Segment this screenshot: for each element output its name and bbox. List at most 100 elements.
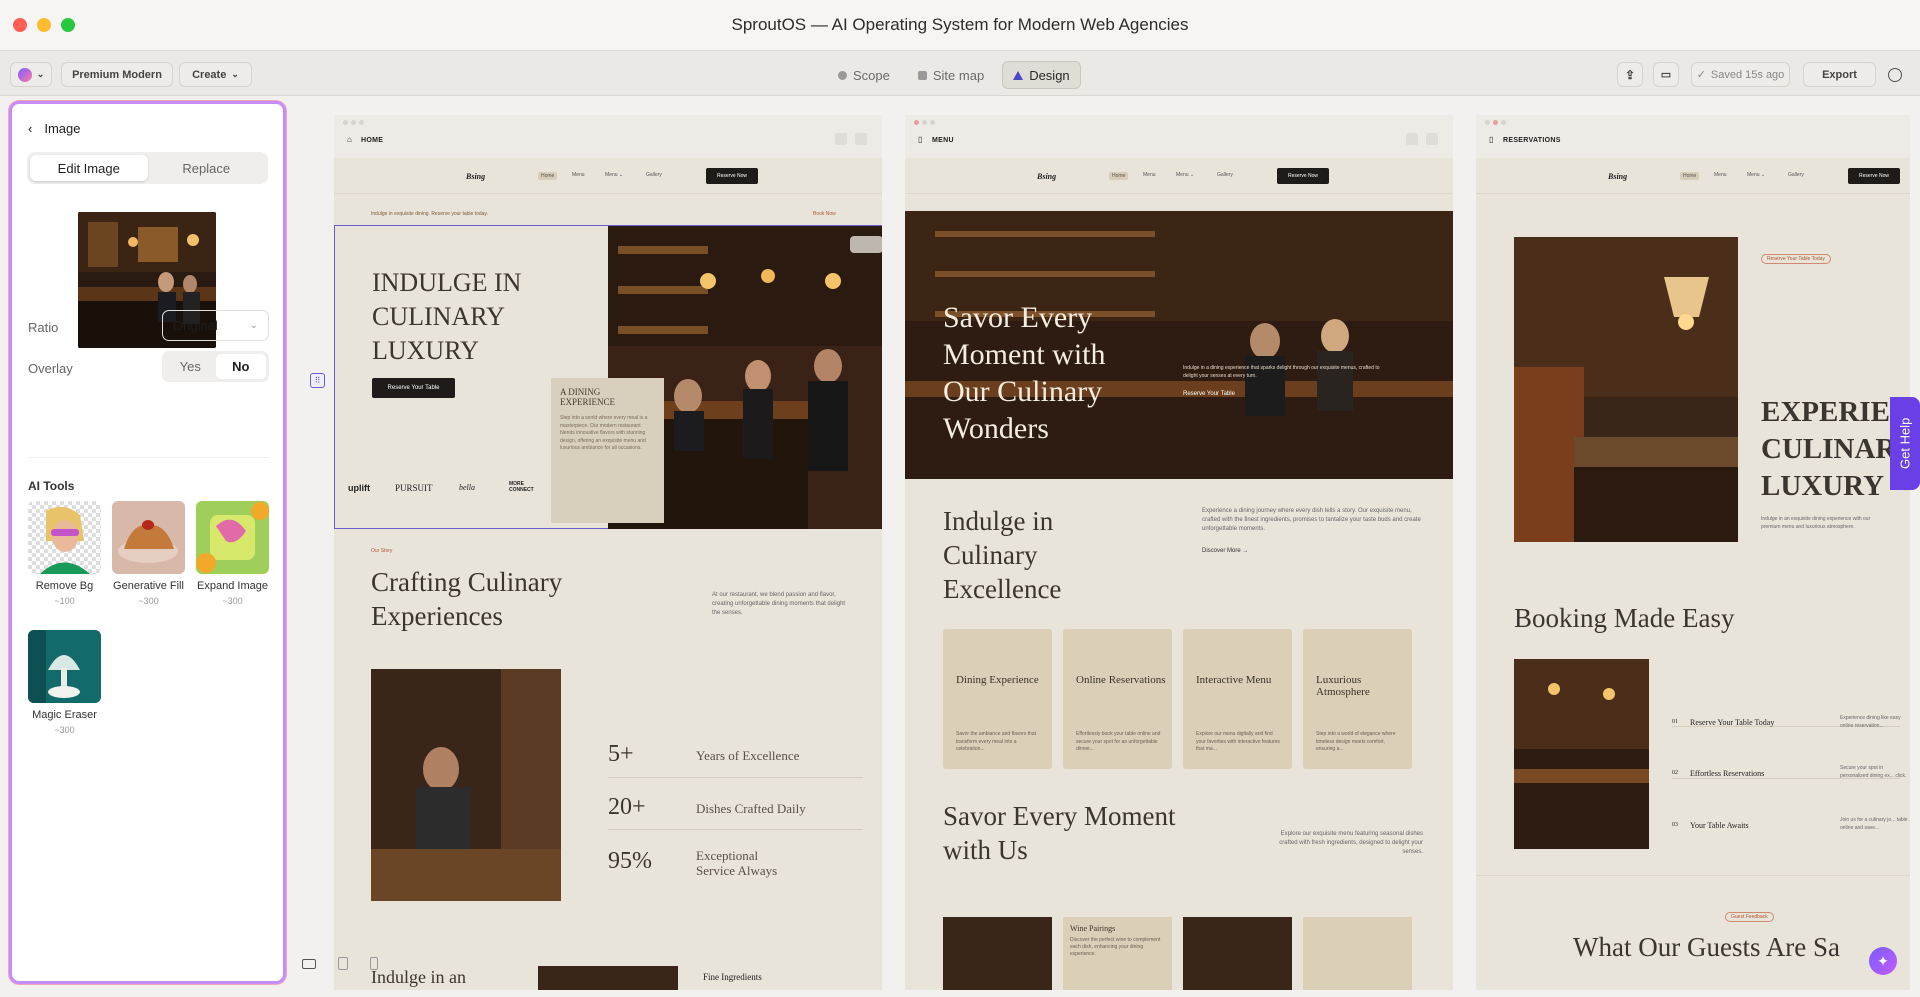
feature-card[interactable]: Luxurious Atmosphere Step into a world o… [1303, 629, 1412, 769]
fine-ingredients-label: Fine Ingredients [703, 972, 762, 982]
minimize-window-button[interactable] [37, 18, 51, 32]
workspace-avatar-icon [17, 67, 32, 82]
site-navbar: Bsing Home Menu Menu ⌄ Gallery Reserve N… [905, 158, 1453, 194]
maximize-window-button[interactable] [61, 18, 75, 32]
tab-edit-image[interactable]: Edit Image [30, 155, 148, 181]
page-icon: ▯ [1489, 135, 1494, 144]
nav-gallery-link[interactable]: Gallery [1217, 172, 1233, 178]
menu-hero-button[interactable]: Reserve Your Table [1183, 391, 1235, 397]
overlay-yes-option[interactable]: Yes [165, 359, 216, 374]
generative-fill-tool[interactable]: Generative Fill ~300 [112, 501, 185, 606]
feature-card-text: Explore our menu digitally and find your… [1196, 731, 1280, 752]
mode-sitemap-button[interactable]: Site map [908, 61, 994, 89]
dish-image[interactable] [943, 917, 1052, 990]
site-logo: Bsing [466, 172, 486, 181]
reserve-table-button[interactable]: Reserve Your Table [372, 378, 455, 398]
chevron-down-icon: ⌄ [231, 69, 239, 79]
feature-card[interactable]: Dining Experience Savor the ambiance and… [943, 629, 1052, 769]
nav-home-link[interactable]: Home [1680, 172, 1700, 180]
wine-pairings-card[interactable]: Wine Pairings Discover the perfect wine … [1063, 917, 1172, 990]
sitemap-icon [917, 70, 927, 80]
mode-label: Design [1029, 67, 1070, 83]
tab-replace[interactable]: Replace [148, 155, 266, 181]
nav-menu-link[interactable]: Menu [1714, 172, 1727, 178]
close-window-button[interactable] [13, 18, 27, 32]
reservation-hero-title: EXPERIEN CULINARY LUXURY [1761, 396, 1910, 502]
frame-duplicate-icon[interactable] [835, 133, 847, 145]
hero-title: INDULGE IN CULINARY LUXURY [372, 268, 522, 365]
mobile-icon[interactable] [370, 957, 378, 970]
nav-home-link[interactable]: Home [538, 172, 558, 180]
window-title: SproutOS — AI Operating System for Moder… [731, 15, 1189, 34]
nav-menu-dropdown[interactable]: Menu ⌄ [1176, 172, 1194, 178]
nav-home-link[interactable]: Home [1109, 172, 1129, 180]
selected-hero-section[interactable]: INDULGE IN CULINARY LUXURY Reserve Your … [334, 225, 882, 529]
feature-card-title: Dining Experience [956, 674, 1039, 686]
reserve-now-button[interactable]: Reserve Now [1277, 168, 1329, 184]
remove-bg-tool[interactable]: Remove Bg ~100 [28, 501, 101, 606]
feature-card[interactable]: Interactive Menu Explore our menu digita… [1183, 629, 1292, 769]
design-canvas[interactable]: ‹ Image Edit Image Replace Ratio Origina… [0, 96, 1920, 997]
frame-header: HOME ⌂ [334, 115, 882, 158]
ratio-select[interactable]: Original ⌄ [162, 310, 269, 341]
overlay-no-option[interactable]: No [215, 354, 266, 379]
share-button[interactable]: ⇪ [1617, 62, 1643, 87]
frame-reservations[interactable]: RESERVATIONS ▯ Bsing Home Menu Menu ⌄ Ga… [1476, 115, 1910, 990]
theme-button[interactable]: Premium Modern [61, 62, 173, 87]
chef-image[interactable] [371, 669, 561, 901]
expand-image-tool[interactable]: Expand Image ~300 [196, 501, 269, 606]
frame-home[interactable]: HOME ⌂ Bsing Home Menu Menu ⌄ Gallery Re… [334, 115, 882, 990]
nav-menu-link[interactable]: Menu [1143, 172, 1156, 178]
create-label: Create [192, 68, 227, 81]
export-button[interactable]: Export [1803, 62, 1876, 87]
stat-years-number: 5+ [608, 741, 634, 767]
savor-title: Savor Every Moment with Us [943, 801, 1176, 865]
reserve-now-button[interactable]: Reserve Now [1848, 168, 1900, 184]
mode-design-button[interactable]: Design [1002, 61, 1081, 89]
frame-duplicate-icon[interactable] [1406, 133, 1418, 145]
magic-eraser-tool[interactable]: Magic Eraser ~300 [28, 630, 101, 735]
create-menu-button[interactable]: Create ⌄ [179, 62, 252, 87]
nav-gallery-link[interactable]: Gallery [646, 172, 662, 178]
frame-label: HOME [361, 137, 384, 144]
profile-button[interactable] [1882, 62, 1908, 87]
dish-image[interactable] [1183, 917, 1292, 990]
section-text: At our restaurant, we blend passion and … [712, 592, 846, 616]
desktop-icon[interactable] [302, 958, 316, 969]
nav-menu-dropdown[interactable]: Menu ⌄ [1747, 172, 1765, 178]
section-kicker: Our Story [371, 548, 393, 554]
nav-menu-link[interactable]: Menu [572, 172, 585, 178]
feature-card-text: Step into a world of elegance where time… [1316, 731, 1396, 752]
design-icon [1013, 70, 1024, 80]
nav-gallery-link[interactable]: Gallery [1788, 172, 1804, 178]
frame-more-icon[interactable] [1426, 133, 1438, 145]
get-help-tab[interactable]: Get Help [1890, 397, 1920, 490]
bottom-image[interactable] [538, 966, 678, 990]
comments-button[interactable]: ▭ [1653, 62, 1679, 87]
reservation-hero-image[interactable] [1514, 237, 1738, 542]
workspace-switcher[interactable]: ⌄ [10, 62, 52, 87]
reserve-now-button[interactable]: Reserve Now [706, 168, 758, 184]
feature-card[interactable]: Online Reservations Effortlessly book yo… [1063, 629, 1172, 769]
booking-image[interactable] [1514, 659, 1649, 849]
back-arrow-icon[interactable]: ‹ [28, 121, 32, 136]
image-toolbar-button[interactable] [850, 236, 882, 253]
step-number: 02 [1672, 770, 1678, 776]
promo-link[interactable]: Book Now [813, 211, 836, 217]
frame-header: MENU ▯ [905, 115, 1453, 158]
discover-more-link[interactable]: Discover More → [1202, 548, 1248, 554]
frame-menu[interactable]: MENU ▯ Bsing Home Menu Menu ⌄ Gallery Re… [905, 115, 1453, 990]
frame-more-icon[interactable] [855, 133, 867, 145]
tablet-icon[interactable] [338, 957, 348, 970]
drag-handle-icon[interactable]: ⠿ [310, 373, 325, 388]
mode-scope-button[interactable]: Scope [828, 61, 900, 89]
step-text: Secure your spot in personalized dining … [1840, 765, 1907, 779]
intro-text: Experience a dining journey where every … [1202, 508, 1421, 532]
step-title: Your Table Awaits [1690, 821, 1749, 830]
ratio-value: Original [173, 318, 218, 333]
step-title: Reserve Your Table Today [1690, 718, 1775, 727]
ai-assistant-button[interactable]: ✦ [1869, 947, 1897, 975]
feature-card-text: Effortlessly book your table online and … [1076, 731, 1161, 752]
nav-menu-dropdown[interactable]: Menu ⌄ [605, 172, 623, 178]
empty-card[interactable] [1303, 917, 1412, 990]
